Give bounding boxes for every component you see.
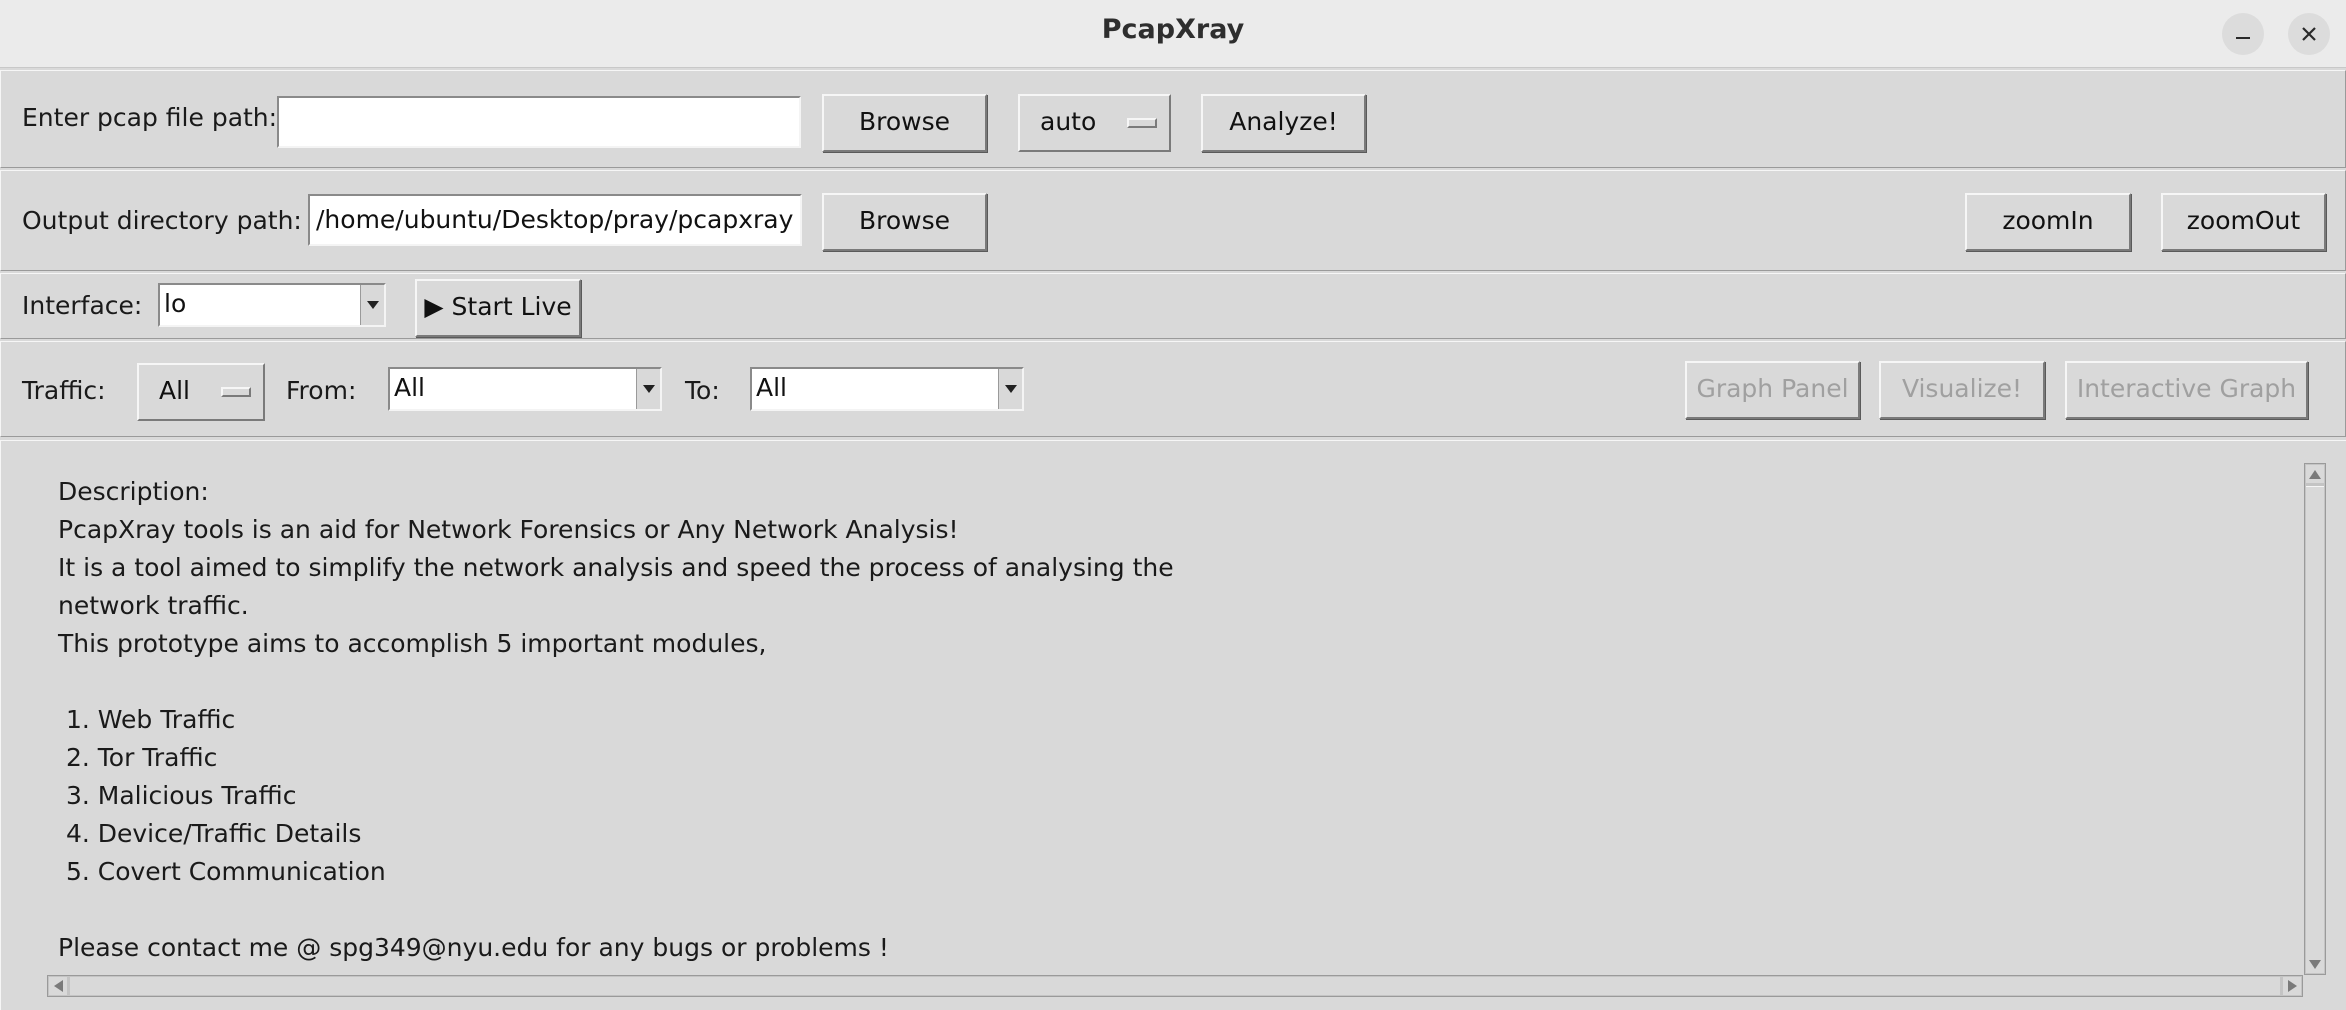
- vertical-scrollbar[interactable]: [2304, 463, 2326, 975]
- description-line: 1. Web Traffic: [58, 705, 236, 734]
- interactive-graph-button[interactable]: Interactive Graph: [2065, 361, 2308, 419]
- output-browse-button[interactable]: Browse: [822, 193, 987, 251]
- description-line: 4. Device/Traffic Details: [58, 819, 362, 848]
- scroll-down-icon[interactable]: [2306, 955, 2324, 973]
- vertical-scroll-thumb[interactable]: [2306, 486, 2324, 956]
- output-path-label: Output directory path:: [22, 206, 302, 235]
- window-title: PcapXray: [1101, 14, 1245, 45]
- output-frame: Output directory path: /home/ubuntu/Desk…: [0, 170, 2346, 271]
- close-icon: [2302, 27, 2316, 41]
- description-line: 2. Tor Traffic: [58, 743, 218, 772]
- minimize-button[interactable]: [2222, 13, 2264, 55]
- zoomin-button[interactable]: zoomIn: [1965, 193, 2131, 251]
- zoomout-button[interactable]: zoomOut: [2161, 193, 2326, 251]
- traffic-option-value: All: [159, 376, 190, 405]
- graph-panel-button[interactable]: Graph Panel: [1685, 361, 1860, 419]
- from-label: From:: [286, 376, 357, 405]
- minimize-icon: [2236, 37, 2250, 39]
- traffic-label: Traffic:: [22, 376, 106, 405]
- chevron-down-icon[interactable]: [998, 369, 1022, 409]
- close-button[interactable]: [2288, 13, 2330, 55]
- description-frame: Description: PcapXray tools is an aid fo…: [0, 440, 2346, 1010]
- scroll-left-icon[interactable]: [49, 977, 67, 995]
- from-select[interactable]: All: [388, 367, 662, 411]
- output-path-input[interactable]: /home/ubuntu/Desktop/pray/pcapxray: [308, 194, 802, 246]
- scroll-up-icon[interactable]: [2306, 465, 2324, 483]
- description-line: 3. Malicious Traffic: [58, 781, 297, 810]
- option-indicator-icon: [221, 387, 251, 397]
- from-select-value: All: [394, 373, 425, 402]
- interface-label: Interface:: [22, 291, 143, 320]
- description-line: network traffic.: [58, 591, 249, 620]
- engine-option-value: auto: [1040, 107, 1097, 136]
- description-text-area[interactable]: Description: PcapXray tools is an aid fo…: [13, 455, 2303, 965]
- pcap-path-label: Enter pcap file path:: [22, 103, 278, 132]
- start-live-button[interactable]: ▶ Start Live: [415, 279, 581, 337]
- description-line: Please contact me @ spg349@nyu.edu for a…: [58, 933, 889, 962]
- interface-select[interactable]: lo: [158, 283, 386, 327]
- interface-frame: Interface: lo ▶ Start Live: [0, 273, 2346, 339]
- pcap-path-input[interactable]: [277, 96, 801, 148]
- horizontal-scrollbar[interactable]: [47, 975, 2303, 997]
- chevron-down-icon[interactable]: [360, 285, 384, 325]
- pcap-browse-button[interactable]: Browse: [822, 94, 987, 152]
- app-window: PcapXray Enter pcap file path: Browse au…: [0, 0, 2346, 1010]
- description-line: This prototype aims to accomplish 5 impo…: [58, 629, 767, 658]
- horizontal-scroll-thumb[interactable]: [70, 977, 2280, 995]
- visualize-button[interactable]: Visualize!: [1879, 361, 2045, 419]
- to-label: To:: [685, 376, 720, 405]
- pcap-input-frame: Enter pcap file path: Browse auto Analyz…: [0, 70, 2346, 168]
- description-line: PcapXray tools is an aid for Network For…: [58, 515, 959, 544]
- title-bar: PcapXray: [0, 0, 2346, 68]
- option-indicator-icon: [1127, 118, 1157, 128]
- traffic-option-menu[interactable]: All: [137, 363, 265, 421]
- filter-frame: Traffic: All From: All To: All Graph Pan…: [0, 341, 2346, 437]
- description-line: 5. Covert Communication: [58, 857, 386, 886]
- to-select[interactable]: All: [750, 367, 1024, 411]
- description-line: Description:: [58, 477, 209, 506]
- description-line: It is a tool aimed to simplify the netwo…: [58, 553, 1174, 582]
- engine-option-menu[interactable]: auto: [1018, 94, 1171, 152]
- interface-select-value: lo: [164, 289, 187, 318]
- to-select-value: All: [756, 373, 787, 402]
- analyze-button[interactable]: Analyze!: [1201, 94, 1366, 152]
- chevron-down-icon[interactable]: [636, 369, 660, 409]
- scroll-right-icon[interactable]: [2283, 977, 2301, 995]
